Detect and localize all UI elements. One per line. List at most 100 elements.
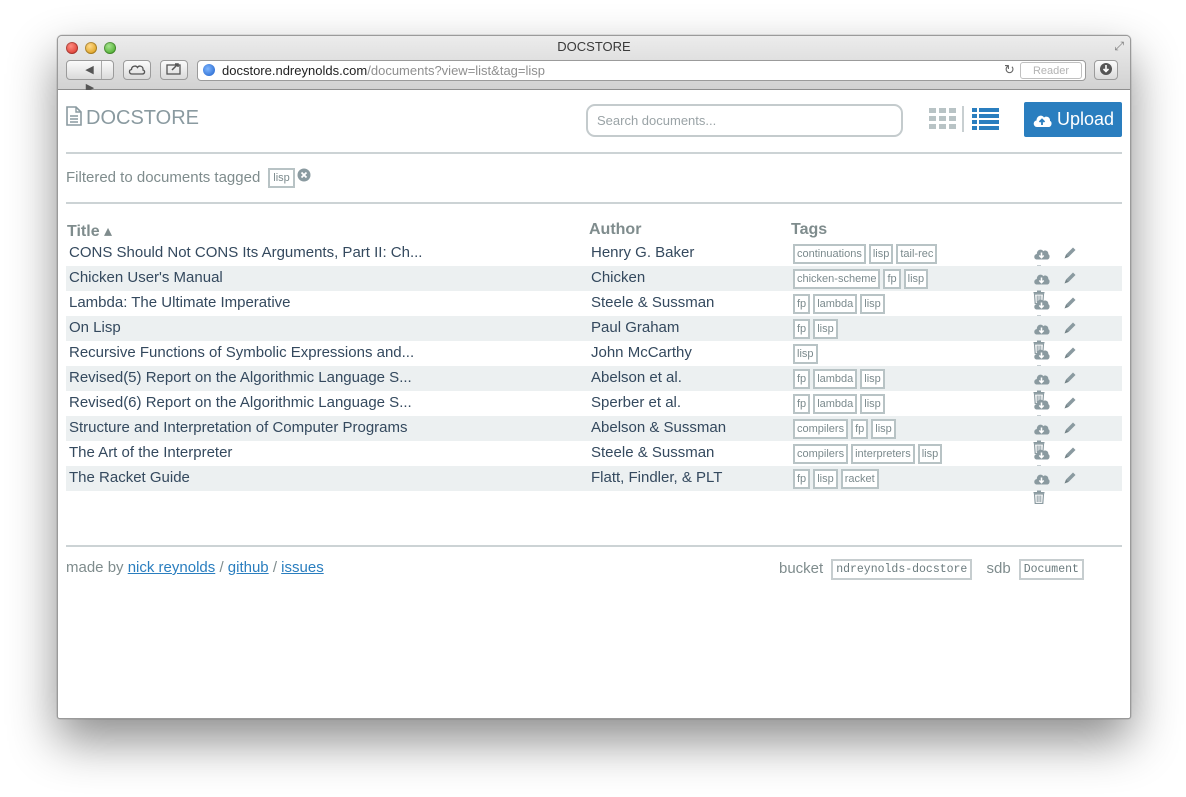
cloud-icon <box>128 65 146 75</box>
document-tag[interactable]: lisp <box>917 444 943 464</box>
cloud-download-icon[interactable] <box>1033 447 1050 460</box>
cloud-download-icon[interactable] <box>1033 397 1050 410</box>
pencil-icon[interactable] <box>1063 271 1077 285</box>
pencil-icon[interactable] <box>1063 421 1077 435</box>
document-tag[interactable]: fp <box>793 319 811 339</box>
pencil-icon[interactable] <box>1063 346 1077 360</box>
document-title[interactable]: Structure and Interpretation of Computer… <box>69 419 408 436</box>
pencil-icon[interactable] <box>1063 446 1077 460</box>
fullscreen-icon[interactable]: ⤢ <box>1114 39 1124 54</box>
upload-button[interactable]: Upload <box>1024 102 1122 137</box>
author-link[interactable]: nick reynolds <box>128 559 216 576</box>
remove-tag-icon[interactable] <box>297 168 311 182</box>
window-title: DOCSTORE <box>557 39 631 54</box>
pencil-icon[interactable] <box>1063 471 1077 485</box>
issues-link[interactable]: issues <box>281 559 324 576</box>
document-tag[interactable]: chicken-scheme <box>793 269 881 289</box>
document-tag[interactable]: interpreters <box>851 444 915 464</box>
cloud-download-icon[interactable] <box>1033 347 1050 360</box>
pencil-icon[interactable] <box>1063 371 1077 385</box>
filter-text: Filtered to documents tagged <box>66 169 261 186</box>
document-title[interactable]: Recursive Functions of Symbolic Expressi… <box>69 344 414 361</box>
list-view-icon[interactable] <box>972 108 999 130</box>
list-item[interactable]: Lambda: The Ultimate Imperative Steele & … <box>66 291 1122 330</box>
back-icon[interactable]: ◀ <box>78 61 102 79</box>
list-item[interactable]: Revised(6) Report on the Algorithmic Lan… <box>66 391 1122 430</box>
search-input[interactable] <box>586 104 903 137</box>
pencil-icon[interactable] <box>1063 246 1077 260</box>
cloud-download-icon[interactable] <box>1033 272 1050 285</box>
document-title[interactable]: Chicken User's Manual <box>69 269 223 286</box>
list-item[interactable]: The Art of the Interpreter Steele & Sussm… <box>66 441 1122 480</box>
document-tag[interactable]: fp <box>793 369 811 389</box>
cloud-download-icon[interactable] <box>1033 297 1050 310</box>
document-title[interactable]: The Racket Guide <box>69 469 190 486</box>
document-author: Paul Graham <box>591 319 680 336</box>
trash-icon[interactable] <box>1033 490 1045 505</box>
address-bar[interactable]: docstore.ndreynolds.com/documents?view=l… <box>197 60 1086 81</box>
document-tag[interactable]: compilers <box>793 419 849 439</box>
document-tags: compilers fp lisp <box>793 419 899 439</box>
cloud-upload-icon <box>1033 115 1052 127</box>
document-title[interactable]: Revised(5) Report on the Algorithmic Lan… <box>69 369 412 386</box>
reader-button[interactable]: Reader <box>1020 62 1082 79</box>
document-tag[interactable]: lisp <box>903 269 929 289</box>
document-tag[interactable]: lisp <box>860 394 885 414</box>
list-item[interactable]: On Lisp Paul Graham fp lisp <box>66 316 1122 355</box>
document-title[interactable]: Lambda: The Ultimate Imperative <box>69 294 291 311</box>
document-title[interactable]: Revised(6) Report on the Algorithmic Lan… <box>69 394 412 411</box>
cloud-download-icon[interactable] <box>1033 372 1050 385</box>
document-tag[interactable]: lisp <box>793 344 818 364</box>
document-tags: fp lisp racket <box>793 469 882 489</box>
title-column-header[interactable]: Title ▴ <box>67 221 112 241</box>
document-tag[interactable]: fp <box>793 469 811 489</box>
document-tag[interactable]: lambda <box>813 369 858 389</box>
document-tag[interactable]: racket <box>840 469 879 489</box>
list-item[interactable]: Revised(5) Report on the Algorithmic Lan… <box>66 366 1122 405</box>
document-tag[interactable]: tail-rec <box>896 244 938 264</box>
document-tag[interactable]: lisp <box>868 244 894 264</box>
logo[interactable]: DOCSTORE <box>66 106 199 130</box>
cloud-download-icon[interactable] <box>1033 422 1050 435</box>
document-tag[interactable]: lisp <box>860 369 885 389</box>
list-item[interactable]: Recursive Functions of Symbolic Expressi… <box>66 341 1122 380</box>
document-title[interactable]: The Art of the Interpreter <box>69 444 232 461</box>
icloud-tabs-button[interactable] <box>123 60 151 80</box>
document-tag[interactable]: compilers <box>793 444 849 464</box>
document-tag[interactable]: lambda <box>813 294 858 314</box>
reload-icon[interactable]: ↻ <box>1004 62 1015 78</box>
list-item[interactable]: Structure and Interpretation of Computer… <box>66 416 1122 455</box>
pencil-icon[interactable] <box>1063 321 1077 335</box>
cloud-download-icon[interactable] <box>1033 322 1050 335</box>
document-tag[interactable]: lisp <box>813 469 838 489</box>
active-tag[interactable]: lisp <box>268 168 295 188</box>
list-item[interactable]: CONS Should Not CONS Its Arguments, Part… <box>66 241 1122 280</box>
footer-sep: / <box>272 559 277 576</box>
document-tag[interactable]: lisp <box>871 419 896 439</box>
document-tag[interactable]: fp <box>851 419 869 439</box>
author-column-header[interactable]: Author <box>589 221 641 239</box>
document-tag[interactable]: fp <box>883 269 901 289</box>
url-text: docstore.ndreynolds.com/documents?view=l… <box>222 63 546 78</box>
document-tag[interactable]: lisp <box>813 319 838 339</box>
cloud-download-icon[interactable] <box>1033 472 1050 485</box>
share-button[interactable] <box>160 60 188 80</box>
footer-credits: made by nick reynolds / github / issues <box>66 559 324 576</box>
cloud-download-icon[interactable] <box>1033 247 1050 260</box>
grid-view-icon[interactable] <box>929 108 956 130</box>
document-tag[interactable]: fp <box>793 294 811 314</box>
tags-column-header[interactable]: Tags <box>791 221 827 239</box>
document-tag[interactable]: lisp <box>860 294 885 314</box>
document-title[interactable]: On Lisp <box>69 319 121 336</box>
downloads-button[interactable] <box>1094 60 1118 80</box>
document-tag[interactable]: fp <box>793 394 811 414</box>
document-tag[interactable]: continuations <box>793 244 866 264</box>
list-item[interactable]: The Racket Guide Flatt, Findler, & PLT fp l… <box>66 466 1122 505</box>
github-link[interactable]: github <box>228 559 269 576</box>
pencil-icon[interactable] <box>1063 396 1077 410</box>
document-tag[interactable]: lambda <box>813 394 858 414</box>
document-title[interactable]: CONS Should Not CONS Its Arguments, Part… <box>69 244 422 261</box>
pencil-icon[interactable] <box>1063 296 1077 310</box>
list-item[interactable]: Chicken User's Manual Chicken chicken-sche… <box>66 266 1122 305</box>
browser-titlebar: DOCSTORE ⤢ ◀▶ docstore.ndreynolds.com/do… <box>58 36 1130 94</box>
